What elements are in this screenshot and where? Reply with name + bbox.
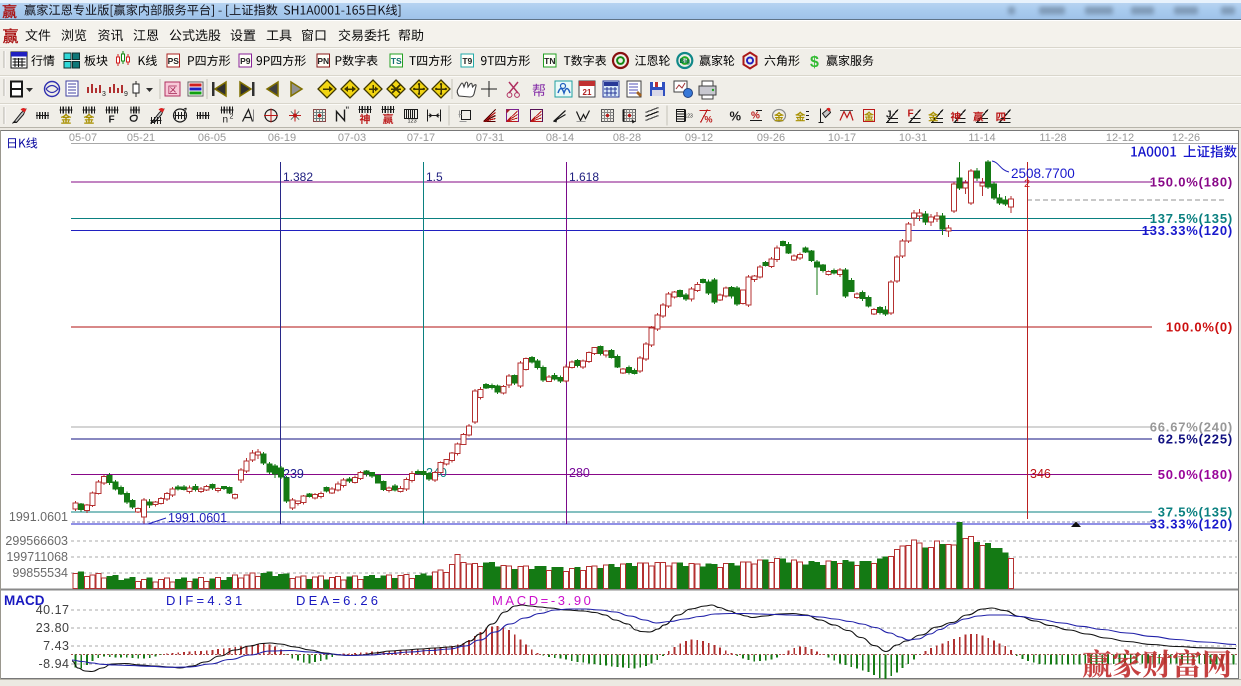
svg-text:$: $ [810,54,819,71]
svg-text:3: 3 [102,91,106,98]
svg-text:10-17: 10-17 [828,132,856,144]
svg-text:PN: PN [317,56,329,66]
svg-text:50.0%(180): 50.0%(180) [1158,467,1233,482]
svg-text:06-19: 06-19 [268,132,296,144]
svg-text:07-31: 07-31 [476,132,504,144]
svg-text:99855534: 99855534 [12,566,68,580]
svg-text:33.33%(120): 33.33%(120) [1150,517,1233,532]
svg-text:10-31: 10-31 [899,132,927,144]
svg-text:123: 123 [408,119,417,125]
svg-text:1991.0601: 1991.0601 [168,511,227,525]
svg-text:299566603: 299566603 [5,534,68,548]
svg-text:DEA=6.26: DEA=6.26 [296,593,381,608]
svg-text:T9: T9 [462,56,472,66]
svg-text:2: 2 [230,114,234,121]
svg-text:08-14: 08-14 [546,132,574,144]
svg-text:PS: PS [168,56,180,66]
svg-text:1991.0601: 1991.0601 [9,510,68,524]
svg-text:05-07: 05-07 [69,132,97,144]
svg-text:TS: TS [391,56,402,66]
svg-text:2508.7700: 2508.7700 [1011,166,1075,181]
svg-text:%: % [751,111,760,122]
svg-text:%: % [705,115,713,125]
svg-text:123: 123 [685,114,694,120]
svg-text:100.0%(0): 100.0%(0) [1166,320,1233,335]
svg-text:62.5%(225): 62.5%(225) [1158,432,1233,447]
svg-text:-8.94: -8.94 [39,657,70,671]
svg-text:346: 346 [1030,467,1051,481]
svg-text:%: % [730,109,742,124]
svg-text:21: 21 [583,88,592,97]
svg-text:09-26: 09-26 [757,132,785,144]
svg-text:P9: P9 [240,56,251,66]
svg-text:08-28: 08-28 [613,132,641,144]
svg-text:06-05: 06-05 [198,132,226,144]
svg-text:07-17: 07-17 [407,132,435,144]
svg-text:F: F [109,115,115,126]
svg-text:280: 280 [569,466,590,480]
svg-text:199711068: 199711068 [6,550,68,564]
svg-text:05-21: 05-21 [127,132,155,144]
svg-text:1.382: 1.382 [283,170,313,184]
svg-text:9: 9 [124,91,128,98]
svg-text:TN: TN [544,56,555,66]
svg-text:Big: Big [680,58,691,65]
svg-text:DIF=4.31: DIF=4.31 [166,593,245,608]
svg-text:07-03: 07-03 [338,132,366,144]
svg-text:11-28: 11-28 [1039,132,1066,144]
svg-text:7.43: 7.43 [43,639,69,653]
svg-text:09-12: 09-12 [685,132,713,144]
svg-text:1.5: 1.5 [426,170,443,184]
svg-text:": " [346,106,350,117]
svg-text:1.618: 1.618 [569,170,599,184]
svg-text:12-12: 12-12 [1106,132,1134,144]
svg-text:133.33%(120): 133.33%(120) [1142,223,1233,238]
svg-text:n: n [223,115,229,126]
svg-text:MACD=-3.90: MACD=-3.90 [492,593,594,608]
svg-text:12-26: 12-26 [1172,132,1200,144]
svg-text:40.17: 40.17 [36,603,70,617]
svg-text:11-14: 11-14 [968,132,995,144]
svg-text:23.80: 23.80 [36,621,70,635]
svg-text:150.0%(180): 150.0%(180) [1150,175,1233,190]
